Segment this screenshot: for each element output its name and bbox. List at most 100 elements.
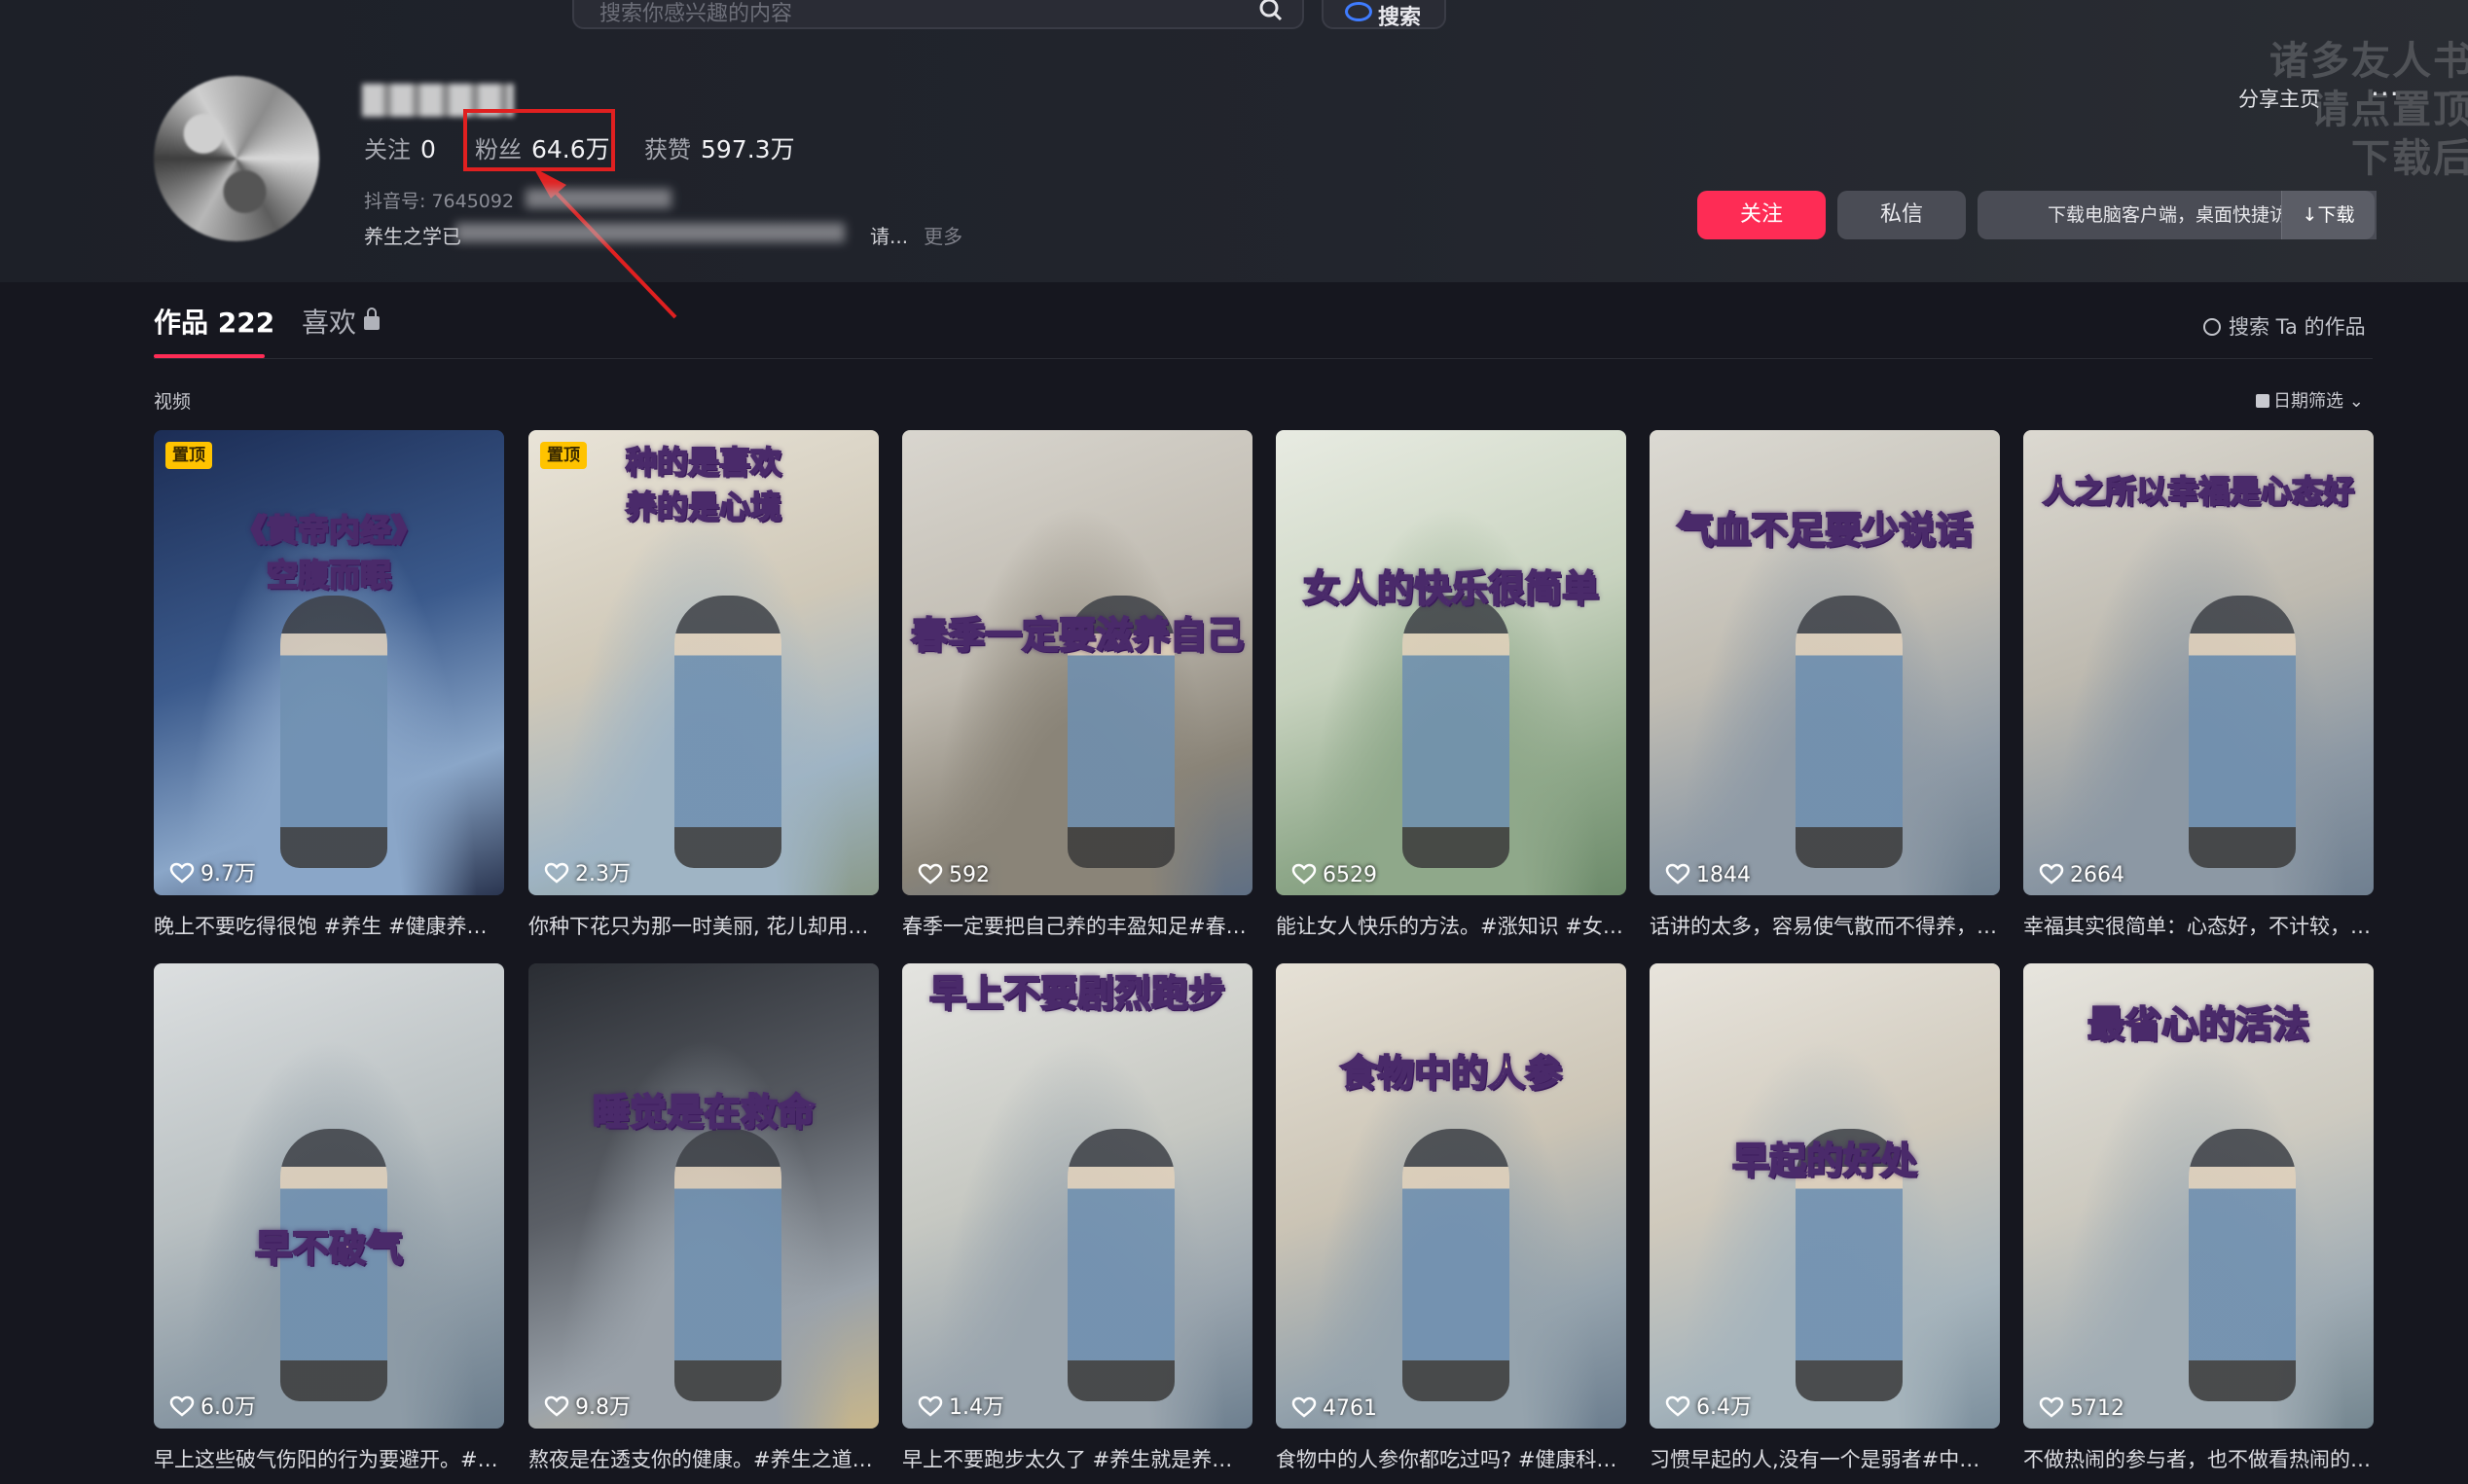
video-caption[interactable]: 早上不要跑步太久了 #养生就是养健…: [902, 1444, 1252, 1473]
video-card[interactable]: 春季一定要滋养自己 592: [902, 430, 1252, 895]
heart-icon: [1665, 1395, 1690, 1417]
heart-icon: [918, 863, 943, 885]
douyin-id: 抖音号: 7645092: [364, 191, 515, 212]
like-count: 5712: [2039, 1396, 2124, 1421]
heart-icon: [918, 1395, 943, 1417]
like-count: 2664: [2039, 863, 2124, 887]
pinned-badge: 置顶: [165, 442, 212, 469]
video-card[interactable]: 早起的好处 6.4万: [1650, 963, 2000, 1429]
video-caption[interactable]: 早上这些破气伤阳的行为要避开。#…: [154, 1444, 504, 1473]
bio-text: 养生之学已: [364, 225, 461, 248]
chevron-down-icon: ⌄: [2348, 391, 2364, 412]
tab-works[interactable]: 作品 222: [154, 302, 274, 341]
watermark-line: 下载后: [2351, 136, 2468, 181]
video-card[interactable]: 人之所以幸福是心态好 2664: [2023, 430, 2374, 895]
heart-icon: [2039, 863, 2064, 885]
thumbnail-title: 早起的好处: [1731, 1138, 1918, 1183]
bio-text: 请...: [870, 225, 909, 248]
like-count: 6529: [1291, 863, 1377, 887]
heart-icon: [169, 1395, 195, 1417]
lock-icon: [364, 308, 381, 330]
video-card[interactable]: 早不破气 6.0万: [154, 963, 504, 1429]
thumbnail-title: 早不破气: [254, 1225, 404, 1271]
video-caption[interactable]: 话讲的太多，容易使气散而不得养，…: [1650, 911, 2000, 940]
thumbnail-figure: [674, 596, 781, 868]
video-caption[interactable]: 晚上不要吃得很饱 #养生 #健康养生 …: [154, 911, 504, 940]
thumbnail-figure: [1402, 1129, 1509, 1401]
thumbnail-figure: [1402, 596, 1509, 868]
video-card[interactable]: 早上不要剧烈跑步 1.4万: [902, 963, 1252, 1429]
thumbnail-figure: [1068, 1129, 1175, 1401]
video-caption[interactable]: 你种下花只为那一时美丽, 花儿却用…: [528, 911, 879, 940]
blurred-text: [526, 189, 671, 208]
follow-button[interactable]: 关注: [1697, 191, 1826, 239]
thumbnail-figure: [1796, 596, 1903, 868]
like-count-value: 1.4万: [949, 1395, 1004, 1420]
like-count: 4761: [1291, 1396, 1377, 1421]
search-icon: [2203, 318, 2221, 336]
section-label: 视频: [154, 391, 192, 413]
like-count-value: 2664: [2070, 863, 2124, 887]
video-caption[interactable]: 习惯早起的人,没有一个是弱者#中式…: [1650, 1444, 2000, 1473]
tab-likes[interactable]: 喜欢: [302, 302, 381, 341]
message-button[interactable]: 私信: [1837, 191, 1966, 239]
ai-search-button[interactable]: 搜索: [1322, 0, 1446, 30]
heart-icon: [169, 862, 195, 884]
heart-icon: [1291, 1396, 1317, 1418]
video-card[interactable]: 女人的快乐很简单 6529: [1276, 430, 1626, 895]
download-button[interactable]: ↓下载: [2281, 191, 2375, 239]
like-count-value: 592: [949, 863, 990, 887]
video-caption[interactable]: 春季一定要把自己养的丰盈知足#春…: [902, 911, 1252, 940]
share-home-button[interactable]: 分享主页: [2238, 84, 2320, 113]
thumbnail-figure: [2189, 1129, 2296, 1401]
thumbnail-title: 最省心的活法: [2087, 1001, 2310, 1047]
video-card[interactable]: 睡觉是在救命 9.8万: [528, 963, 879, 1429]
heart-icon: [1291, 863, 1317, 885]
like-count-value: 6.4万: [1696, 1395, 1752, 1420]
video-caption[interactable]: 熬夜是在透支你的健康。#养生之道 …: [528, 1444, 879, 1473]
thumbnail-title: 食物中的人参: [1339, 1050, 1563, 1096]
video-caption[interactable]: 幸福其实很简单：心态好，不计较，…: [2023, 911, 2374, 940]
like-count-value: 9.7万: [200, 862, 256, 887]
bio-more-link[interactable]: 更多: [924, 225, 962, 248]
thumbnail-figure: [674, 1129, 781, 1401]
video-card[interactable]: 最省心的活法 5712: [2023, 963, 2374, 1429]
thumbnail-title: 睡觉是在救命: [592, 1089, 816, 1135]
more-options-icon[interactable]: ···: [2371, 78, 2400, 110]
date-filter-label: 日期筛选: [2273, 391, 2343, 412]
heart-icon: [1665, 863, 1690, 885]
thumbnail-title: 早上不要剧烈跑步: [928, 970, 1226, 1016]
video-card[interactable]: 《黄帝内经》 空腹而眠 置顶 9.7万: [154, 430, 504, 895]
ai-icon: [1345, 2, 1372, 21]
like-count: 6.4万: [1665, 1390, 1752, 1421]
video-card[interactable]: 气血不足要少说话 1844: [1650, 430, 2000, 895]
like-count: 592: [918, 863, 990, 887]
video-caption[interactable]: 能让女人快乐的方法。#涨知识 #女…: [1276, 911, 1626, 940]
like-count: 1.4万: [918, 1390, 1004, 1421]
ai-search-label: 搜索: [1378, 6, 1422, 30]
thumbnail-title: 春季一定要滋养自己: [910, 612, 1245, 658]
tab-divider: [154, 358, 2373, 359]
thumbnail-title: 气血不足要少说话: [1676, 507, 1974, 553]
thumbnail-title: 人之所以幸福是心态好: [2042, 472, 2355, 511]
video-card[interactable]: 种的是喜欢 养的是心境 置顶 2.3万: [528, 430, 879, 895]
blurred-text: [455, 223, 845, 242]
like-count-value: 4761: [1323, 1396, 1377, 1421]
video-caption[interactable]: 不做热闹的参与者，也不做看热闹的…: [2023, 1444, 2374, 1473]
video-card[interactable]: 食物中的人参 4761: [1276, 963, 1626, 1429]
heart-icon: [2039, 1396, 2064, 1418]
like-count: 9.7万: [169, 856, 256, 887]
video-caption[interactable]: 食物中的人参你都吃过吗? #健康科…: [1276, 1444, 1626, 1473]
like-count: 1844: [1665, 863, 1751, 887]
like-count: 2.3万: [544, 856, 631, 887]
search-icon[interactable]: [1253, 0, 1288, 27]
like-count-value: 1844: [1696, 863, 1751, 887]
thumbnail-figure: [280, 596, 387, 868]
search-works-button[interactable]: 搜索 Ta 的作品: [2203, 311, 2366, 341]
pinned-badge: 置顶: [540, 442, 587, 469]
date-filter-dropdown[interactable]: 日期筛选 ⌄: [2256, 387, 2364, 413]
like-count-value: 5712: [2070, 1396, 2124, 1421]
watermark-line: 诸多友人书: [2269, 39, 2468, 84]
like-count-value: 6529: [1323, 863, 1377, 887]
search-works-label: 搜索 Ta 的作品: [2229, 315, 2366, 339]
